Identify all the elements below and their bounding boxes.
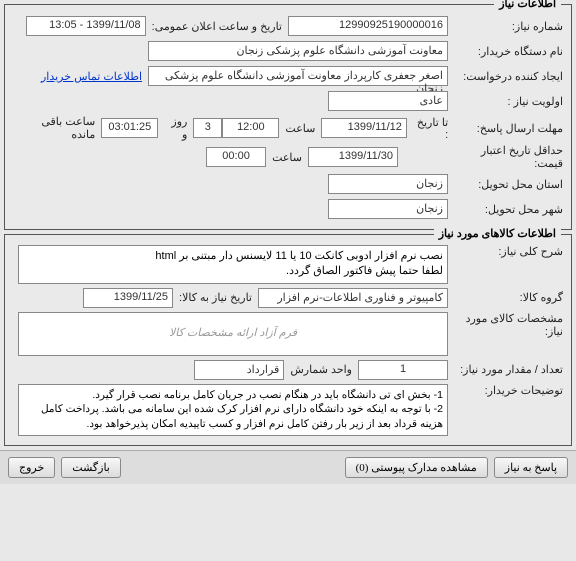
priority-value: عادی bbox=[328, 91, 448, 111]
group-label: گروه کالا: bbox=[448, 291, 563, 304]
need-until-label: تاریخ نیاز به کالا: bbox=[173, 291, 258, 304]
need-info-panel: اطلاعات نیاز شماره نیاز: 129909251900000… bbox=[4, 4, 572, 230]
group-value: کامپیوتر و فناوری اطلاعات-نرم افزار bbox=[258, 288, 448, 308]
creator-value: اصغر جعفری کارپرداز معاونت آموزشی دانشگا… bbox=[148, 66, 448, 86]
need-until-value: 1399/11/25 bbox=[83, 288, 173, 308]
creator-label: ایجاد کننده درخواست: bbox=[448, 70, 563, 83]
remain-label: ساعت باقی مانده bbox=[13, 115, 101, 141]
need-no-label: شماره نیاز: bbox=[448, 20, 563, 33]
org-label: نام دستگاه خریدار: bbox=[448, 45, 563, 58]
hour-label-1: ساعت bbox=[279, 122, 321, 135]
deadline-sub: تا تاریخ : bbox=[407, 116, 454, 141]
notes-value: 1- بخش ای تی دانشگاه باید در هنگام نصب د… bbox=[18, 384, 448, 436]
reply-button[interactable]: پاسخ به نیاز bbox=[494, 457, 568, 478]
org-value: معاونت آموزشی دانشگاه علوم پزشکی زنجان bbox=[148, 41, 448, 61]
goods-info-panel: اطلاعات کالاهای مورد نیاز شرح کلی نیاز: … bbox=[4, 234, 572, 446]
notes-label: توضیحات خریدار: bbox=[448, 384, 563, 397]
hour-label-2: ساعت bbox=[266, 151, 308, 164]
panel1-title: اطلاعات نیاز bbox=[494, 0, 561, 10]
contact-link[interactable]: اطلاعات تماس خریدار bbox=[41, 70, 142, 83]
panel2-title: اطلاعات کالاهای مورد نیاز bbox=[434, 227, 561, 240]
button-bar: پاسخ به نیاز مشاهده مدارک پیوستی (0) باز… bbox=[0, 450, 576, 484]
attachments-button[interactable]: مشاهده مدارک پیوستی (0) bbox=[345, 457, 488, 478]
city-label: شهر محل تحویل: bbox=[448, 203, 563, 216]
qty-label: تعداد / مقدار مورد نیاز: bbox=[448, 363, 563, 376]
desc-label: شرح کلی نیاز: bbox=[448, 245, 563, 258]
deadline-date: 1399/11/12 bbox=[321, 118, 407, 138]
city-value: زنجان bbox=[328, 199, 448, 219]
priority-label: اولویت نیاز : bbox=[448, 95, 563, 108]
public-date-value: 1399/11/08 - 13:05 bbox=[26, 16, 146, 36]
spec-area[interactable]: فرم آزاد ارائه مشخصات کالا bbox=[18, 312, 448, 356]
time-remaining: 03:01:25 bbox=[101, 118, 158, 138]
exit-button[interactable]: خروج bbox=[8, 457, 55, 478]
public-date-label: تاریخ و ساعت اعلان عمومی: bbox=[146, 20, 288, 33]
deadline-label: مهلت ارسال پاسخ: bbox=[454, 122, 563, 135]
min-valid-date: 1399/11/30 bbox=[308, 147, 398, 167]
need-no-value: 12990925190000016 bbox=[288, 16, 448, 36]
unit-label: واحد شمارش bbox=[284, 363, 358, 376]
province-label: استان محل تحویل: bbox=[448, 178, 563, 191]
days-label: روز و bbox=[158, 115, 193, 141]
deadline-time: 12:00 bbox=[222, 118, 279, 138]
days-remaining: 3 bbox=[193, 118, 222, 138]
qty-value: 1 bbox=[358, 360, 448, 380]
min-valid-time: 00:00 bbox=[206, 147, 266, 167]
min-valid-label: حداقل تاریخ اعتبار قیمت: bbox=[448, 144, 563, 170]
unit-value: قرارداد bbox=[194, 360, 284, 380]
back-button[interactable]: بازگشت bbox=[61, 457, 121, 478]
spec-placeholder: فرم آزاد ارائه مشخصات کالا bbox=[169, 326, 297, 341]
desc-value: نصب نرم افزار ادوبی کانکت 10 یا 11 لایسن… bbox=[18, 245, 448, 284]
spec-label: مشخصات کالای مورد نیاز: bbox=[448, 312, 563, 338]
province-value: زنجان bbox=[328, 174, 448, 194]
